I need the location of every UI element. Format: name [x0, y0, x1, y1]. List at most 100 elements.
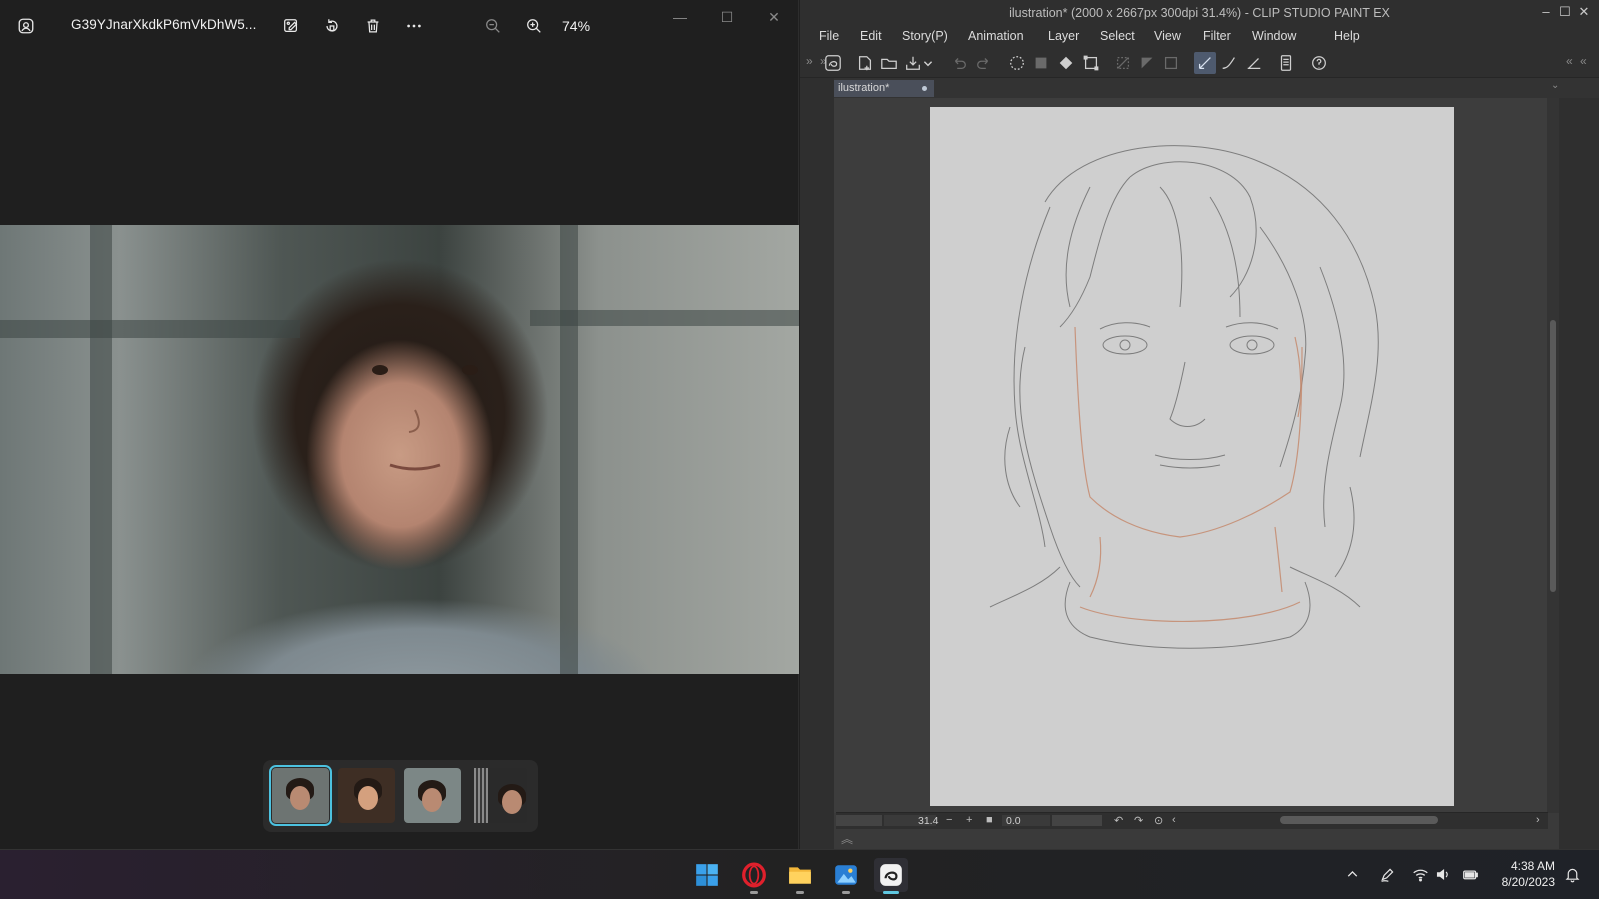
document-tab-label: ilustration* — [838, 82, 890, 94]
show-hidden-icons-icon[interactable] — [1342, 864, 1362, 884]
tablet-icon[interactable] — [1275, 52, 1297, 74]
expand-panel-icon[interactable]: ︽ — [841, 830, 853, 847]
new-file-icon[interactable] — [854, 52, 876, 74]
tab-menu-icon[interactable]: ⌄ — [1551, 80, 1559, 91]
photo-filename: G39YJnarXkdkP6mVkDhW5... — [71, 17, 257, 32]
clock-time: 4:38 AM — [1510, 859, 1555, 873]
thumbnail-4[interactable] — [470, 768, 527, 823]
snap-grid-icon[interactable] — [1243, 52, 1265, 74]
flip-button[interactable]: ‹ — [1172, 814, 1176, 826]
csp-left-gutter — [800, 78, 834, 879]
undo-icon[interactable] — [948, 52, 970, 74]
rotate-icon[interactable] — [318, 12, 346, 40]
selection-layer-icon[interactable] — [1160, 52, 1182, 74]
save-file-icon[interactable] — [902, 52, 924, 74]
menu-view[interactable]: View — [1154, 29, 1181, 43]
rotate-left-button[interactable]: ↶ — [1114, 814, 1123, 827]
pen-icon[interactable] — [1377, 864, 1397, 884]
menu-edit[interactable]: Edit — [860, 29, 882, 43]
battery-icon[interactable] — [1460, 864, 1480, 884]
zoom-out-button[interactable]: − — [946, 814, 952, 826]
csp-titlebar: ilustration* (2000 x 2667px 300dpi 31.4%… — [800, 0, 1599, 26]
scroll-right-button[interactable]: › — [1536, 814, 1540, 826]
redo-icon[interactable] — [973, 52, 995, 74]
transform-icon[interactable] — [1080, 52, 1102, 74]
clip-studio-taskbar-icon[interactable] — [874, 858, 908, 894]
tab-close-dot[interactable] — [922, 86, 927, 91]
more-options-icon[interactable] — [400, 12, 428, 40]
reset-rotation-button[interactable]: ⊙ — [1154, 814, 1163, 827]
portrait-sketch — [989, 145, 1379, 649]
zoom-in-icon[interactable] — [520, 12, 548, 40]
thumbnail-3[interactable] — [404, 768, 461, 823]
open-file-icon[interactable] — [878, 52, 900, 74]
menu-layer[interactable]: Layer — [1048, 29, 1079, 43]
zoom-level: 74% — [562, 18, 591, 34]
deselect-icon[interactable] — [1112, 52, 1134, 74]
navigator-slider[interactable] — [836, 815, 882, 826]
csp-running-indicator — [883, 891, 899, 894]
menu-animation[interactable]: Animation — [968, 29, 1024, 43]
menu-filter[interactable]: Filter — [1203, 29, 1231, 43]
menu-file[interactable]: File — [819, 29, 839, 43]
document-tabs: ilustration* ⌄ — [834, 78, 1599, 98]
maximize-button[interactable]: ☐ — [707, 6, 747, 28]
photos-running-indicator — [842, 891, 850, 894]
fill-icon[interactable] — [1055, 52, 1077, 74]
rotation-value: 0.0 — [1006, 815, 1021, 827]
start-button[interactable] — [690, 858, 724, 892]
wifi-icon[interactable] — [1410, 864, 1430, 884]
save-dropdown-icon[interactable] — [922, 52, 934, 74]
system-clock[interactable]: 4:38 AM 8/20/2023 — [1502, 858, 1555, 890]
snap-ruler-icon[interactable] — [1194, 52, 1216, 74]
volume-icon[interactable] — [1433, 864, 1453, 884]
invert-selection-icon[interactable] — [1136, 52, 1158, 74]
csp-logo-icon[interactable] — [820, 52, 846, 74]
thumbnail-1[interactable] — [269, 765, 332, 826]
horizontal-scroll-thumb[interactable] — [1280, 816, 1438, 824]
rotation-slider[interactable] — [1052, 815, 1102, 826]
notifications-icon[interactable] — [1562, 864, 1582, 884]
help-icon[interactable] — [1308, 52, 1330, 74]
close-button[interactable]: ✕ — [754, 6, 794, 28]
menu-help[interactable]: Help — [1334, 29, 1360, 43]
csp-command-bar: » » « « — [800, 48, 1599, 78]
menu-select[interactable]: Select — [1100, 29, 1135, 43]
photos-taskbar-icon[interactable] — [829, 858, 863, 894]
thumbnail-2[interactable] — [338, 768, 395, 823]
rotate-right-button[interactable]: ↷ — [1134, 814, 1143, 827]
vertical-scroll-thumb[interactable] — [1550, 320, 1556, 592]
csp-menubar: File Edit Story(P) Animation Layer Selec… — [800, 26, 1599, 48]
collapse-right-icon-2[interactable]: « — [1580, 54, 1587, 68]
photos-app-icon — [16, 16, 36, 36]
edit-image-icon[interactable] — [277, 12, 305, 40]
delete-icon[interactable] — [359, 12, 387, 40]
zoom-out-icon[interactable] — [479, 12, 507, 40]
document-tab[interactable]: ilustration* — [834, 80, 934, 97]
collapse-left-icon[interactable]: » — [806, 54, 813, 68]
csp-minimize-button[interactable]: – — [1537, 4, 1555, 19]
collapse-right-icon[interactable]: « — [1566, 54, 1573, 68]
photos-titlebar: G39YJnarXkdkP6mVkDhW5... 74% — ☐ ✕ — [0, 0, 799, 52]
minimize-button[interactable]: — — [660, 6, 700, 28]
csp-maximize-button[interactable]: ☐ — [1556, 4, 1574, 20]
snap-special-ruler-icon[interactable] — [1218, 52, 1240, 74]
csp-close-button[interactable]: ✕ — [1575, 4, 1593, 20]
file-explorer-icon[interactable] — [783, 858, 817, 894]
clock-date: 8/20/2023 — [1501, 875, 1555, 889]
opera-icon[interactable] — [737, 858, 771, 894]
csp-window-title: ilustration* (2000 x 2667px 300dpi 31.4%… — [1009, 6, 1390, 20]
explorer-running-indicator — [796, 891, 804, 894]
filmstrip — [263, 760, 538, 832]
clear-outside-icon[interactable] — [1030, 52, 1052, 74]
menu-story[interactable]: Story(P) — [902, 29, 948, 43]
fit-button[interactable]: ■ — [986, 814, 993, 826]
canvas-vertical-scrollbar[interactable] — [1547, 98, 1559, 813]
csp-right-gutter — [1559, 78, 1599, 879]
menu-window[interactable]: Window — [1252, 29, 1296, 43]
desktop: G39YJnarXkdkP6mVkDhW5... 74% — ☐ ✕ ilust… — [0, 0, 1599, 899]
photos-window: G39YJnarXkdkP6mVkDhW5... 74% — ☐ ✕ — [0, 0, 799, 849]
canvas-status-bar: 31.4 − + ■ 0.0 ↶ ↷ ⊙ ‹ › — [836, 812, 1548, 829]
clear-icon[interactable] — [1006, 52, 1028, 74]
zoom-in-button[interactable]: + — [966, 814, 972, 826]
